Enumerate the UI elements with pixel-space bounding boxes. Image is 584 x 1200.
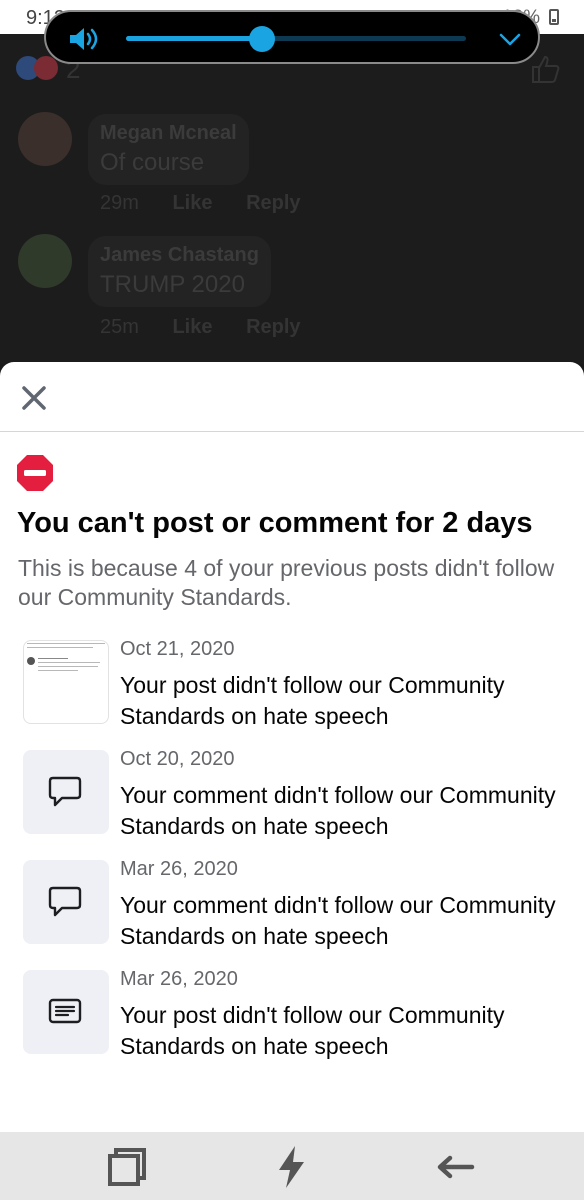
divider — [0, 431, 584, 432]
comment-bubble[interactable]: Megan Mcneal Of course — [88, 114, 249, 185]
back-arrow-icon[interactable] — [432, 1144, 478, 1190]
avatar[interactable] — [18, 112, 72, 166]
violation-thumbnail — [23, 970, 109, 1054]
violation-date: Oct 21, 2020 — [120, 638, 235, 660]
like-link[interactable]: Like — [172, 316, 212, 338]
speaker-icon[interactable] — [68, 26, 100, 52]
comment-icon — [48, 886, 82, 917]
close-icon[interactable] — [18, 382, 50, 414]
violation-text: Your comment didn't follow our Community… — [120, 782, 556, 839]
violation-text: Your comment didn't follow our Community… — [120, 892, 556, 949]
comment-text: Of course — [100, 149, 205, 176]
stop-sign-icon — [17, 455, 53, 491]
comment-text: TRUMP 2020 — [100, 271, 245, 298]
violation-text: Your post didn't follow our Community St… — [120, 1002, 505, 1059]
page-title: You can't post or comment for 2 days — [17, 507, 533, 539]
navigation-bar — [0, 1132, 584, 1200]
comment-actions: 25m Like Reply — [100, 316, 329, 339]
list-item[interactable]: Mar 26, 2020 Your comment didn't follow … — [0, 858, 584, 949]
reply-link[interactable]: Reply — [246, 192, 300, 214]
bolt-icon[interactable] — [268, 1144, 314, 1190]
like-link[interactable]: Like — [172, 192, 212, 214]
violation-thumbnail — [23, 750, 109, 834]
reply-link[interactable]: Reply — [246, 316, 300, 338]
violation-date: Mar 26, 2020 — [120, 858, 238, 880]
comment-bubble[interactable]: James Chastang TRUMP 2020 — [88, 236, 271, 307]
post-preview-thumbnail — [23, 640, 109, 724]
comment-icon — [48, 776, 82, 807]
list-item[interactable]: Oct 20, 2020 Your comment didn't follow … — [0, 748, 584, 839]
comment-time: 29m — [100, 192, 139, 214]
post-icon — [48, 998, 82, 1024]
thumbs-up-icon[interactable] — [530, 54, 562, 84]
recent-apps-icon[interactable] — [104, 1144, 150, 1190]
comment-author[interactable]: James Chastang — [100, 244, 259, 267]
volume-slider-thumb[interactable] — [249, 26, 275, 52]
violation-text: Your post didn't follow our Community St… — [120, 672, 505, 729]
violation-date: Oct 20, 2020 — [120, 748, 235, 770]
restriction-bottom-sheet: You can't post or comment for 2 days Thi… — [0, 362, 584, 1132]
list-item[interactable]: Mar 26, 2020 Your post didn't follow our… — [0, 968, 584, 1059]
comment-actions: 29m Like Reply — [100, 192, 329, 215]
violation-thumbnail — [23, 860, 109, 944]
volume-level-fill — [126, 36, 262, 41]
comment-author[interactable]: Megan Mcneal — [100, 122, 237, 145]
battery-icon — [549, 9, 559, 25]
subtitle: This is because 4 of your previous posts… — [18, 555, 555, 610]
chevron-down-icon[interactable] — [498, 28, 522, 50]
love-reaction-icon — [34, 56, 58, 80]
volume-panel — [44, 10, 540, 64]
volume-slider[interactable] — [126, 26, 466, 52]
list-item[interactable]: Oct 21, 2020 Your post didn't follow our… — [0, 638, 584, 729]
dimmed-comments-background: 2 Megan Mcneal Of course 29m Like Reply … — [0, 34, 584, 364]
comment-time: 25m — [100, 316, 139, 338]
violation-date: Mar 26, 2020 — [120, 968, 238, 990]
avatar[interactable] — [18, 234, 72, 288]
